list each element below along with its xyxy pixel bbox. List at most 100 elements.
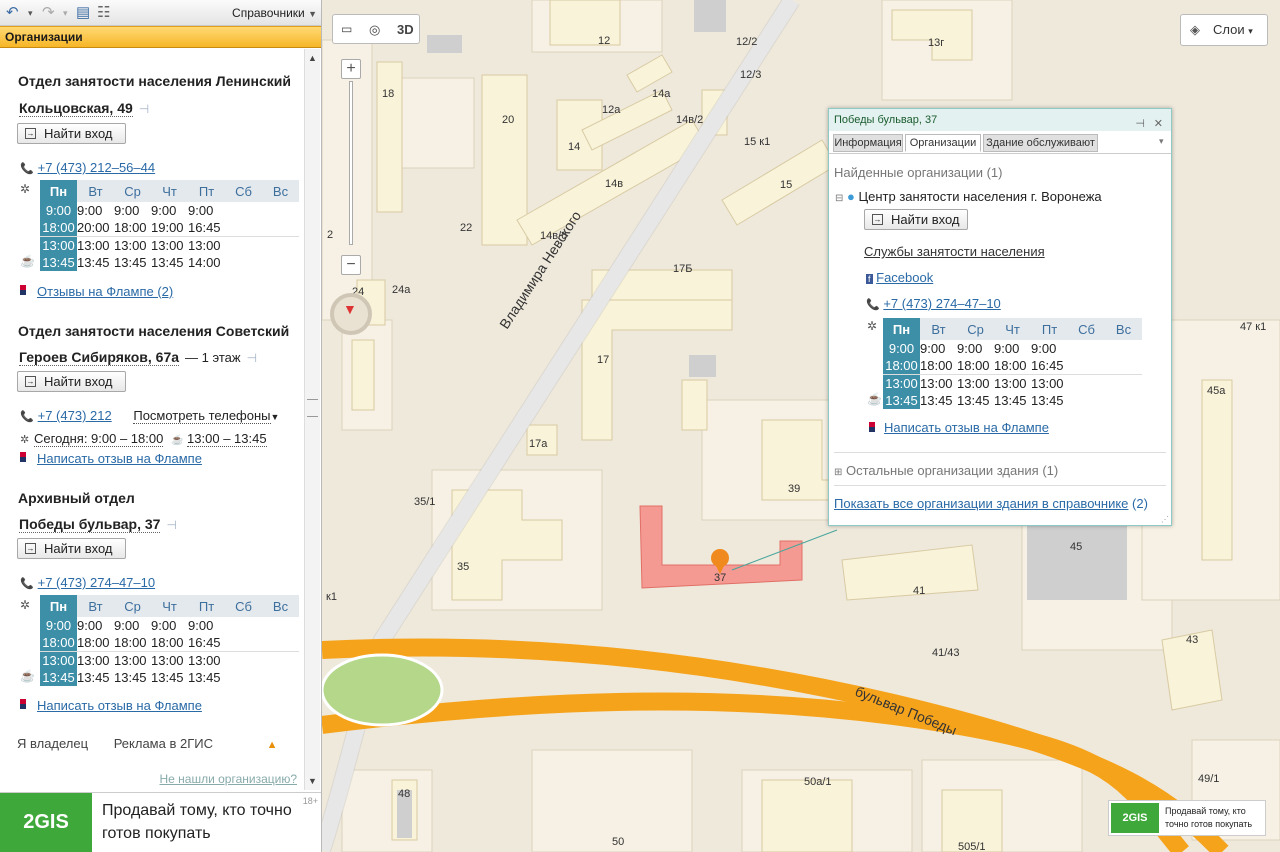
pin-icon[interactable]: ⊣ [247, 351, 257, 365]
directories-menu[interactable]: Справочники ▼ [232, 6, 317, 20]
write-review-link[interactable]: Написать отзыв на Флампе [37, 698, 202, 713]
building-number-label: к1 [326, 591, 337, 603]
building-number-label: 48 [398, 788, 410, 800]
org-name[interactable]: Архивный отдел [18, 490, 135, 506]
org-address[interactable]: Победы бульвар, 37 ⊣ [19, 516, 177, 533]
find-entrance-button[interactable]: → Найти вход [17, 538, 126, 559]
pin-icon[interactable]: ⊣ [1135, 113, 1145, 135]
coffee-icon: ☕ [867, 392, 882, 406]
expand-icon[interactable]: ⊞ [834, 467, 842, 478]
building-number-label: 47 к1 [1240, 321, 1266, 333]
phone-row: 📞 +7 (473) 212–56–44 [20, 160, 155, 175]
work-close: 18:00 [994, 358, 1027, 373]
ruler-icon[interactable]: ▭ [341, 22, 352, 36]
address-text[interactable]: Победы бульвар, 37 [19, 516, 161, 533]
hours-today[interactable]: Сегодня: 9:00 – 18:00 [34, 431, 164, 447]
2gis-logo: 2GIS [0, 793, 92, 852]
zoom-out-button[interactable]: − [341, 255, 361, 275]
work-close: 19:00 [151, 220, 184, 235]
tab-building-service[interactable]: Здание обслуживают [983, 134, 1098, 152]
building-number-label: 39 [788, 483, 800, 495]
building-number-label: 12 [598, 35, 610, 47]
close-icon[interactable]: ✕ [1154, 113, 1163, 135]
day-sat: Сб [225, 180, 262, 202]
building-number-label: 49/1 [1198, 773, 1219, 785]
tab-info[interactable]: Информация [833, 134, 903, 152]
scroll-down-icon[interactable]: ▼ [308, 776, 317, 786]
break-end: 13:45 [1031, 393, 1064, 408]
popup-body: Найденные организации (1) ⊟ ● Центр заня… [829, 153, 1171, 525]
2gis-logo: 2GIS [1111, 803, 1159, 833]
pin-icon[interactable]: ⊣ [166, 518, 176, 532]
org-address[interactable]: Кольцовская, 49 ⊣ [19, 100, 149, 117]
phone-link[interactable]: +7 (473) 212 [38, 408, 112, 423]
collapse-icon[interactable]: ⊟ [835, 193, 843, 204]
find-entrance-button[interactable]: → Найти вход [17, 371, 126, 392]
directories-label: Справочники [232, 6, 305, 20]
category-link[interactable]: Службы занятости населения [864, 244, 1045, 259]
other-orgs-row[interactable]: ⊞ Остальные организации здания (1) [834, 463, 1058, 478]
phone-link[interactable]: +7 (473) 212–56–44 [38, 160, 155, 175]
warning-icon[interactable]: ▲ [267, 739, 278, 751]
tabs-menu-icon[interactable]: ▾ [1159, 136, 1164, 147]
print-icon[interactable]: ☷ [97, 4, 110, 22]
map-ad-banner[interactable]: 2GIS Продавай тому, кто точно готов поку… [1108, 800, 1266, 836]
zoom-in-button[interactable]: + [341, 59, 361, 79]
write-review-link[interactable]: Написать отзыв на Флампе [37, 451, 202, 466]
zoom-slider[interactable] [349, 81, 353, 245]
break-start: 13:00 [114, 236, 151, 254]
break-end: 13:45 [883, 392, 920, 409]
break-start: 13:00 [920, 374, 957, 392]
phone-link[interactable]: +7 (473) 274–47–10 [883, 296, 1000, 311]
forward-dropdown-icon[interactable]: ▾ [63, 4, 68, 22]
owner-link[interactable]: Я владелец [17, 736, 88, 751]
building-number-label: 45а [1207, 385, 1226, 397]
org-name[interactable]: Центр занятости населения г. Воронежа [859, 189, 1102, 204]
organization-list: Отдел занятости населения Ленинский Коль… [0, 49, 304, 790]
day-tue: Вт [77, 180, 114, 202]
address-text[interactable]: Героев Сибиряков, 67а [19, 349, 180, 366]
card-view-icon[interactable]: ▤ [76, 4, 90, 22]
building-number-label: 18 [382, 88, 394, 100]
radar-icon[interactable]: ◎ [369, 22, 380, 38]
popup-title: Победы бульвар, 37 [834, 114, 938, 126]
work-close: 18:00 [77, 635, 110, 650]
phone-row: 📞 +7 (473) 274–47–10 [866, 296, 1001, 311]
scroll-up-icon[interactable]: ▲ [308, 53, 317, 63]
day-wed: Ср [957, 318, 994, 340]
address-text[interactable]: Кольцовская, 49 [19, 100, 133, 117]
forward-arrow-icon[interactable]: ↷ [42, 4, 55, 22]
reviews-link[interactable]: Отзывы на Флампе (2) [37, 284, 173, 299]
org-address[interactable]: Героев Сибиряков, 67а — 1 этаж ⊣ [19, 349, 257, 366]
facebook-link[interactable]: Facebook [876, 270, 933, 285]
write-review-link[interactable]: Написать отзыв на Флампе [884, 420, 1049, 435]
view-phones-button[interactable]: Посмотреть телефоны [133, 408, 271, 424]
back-dropdown-icon[interactable]: ▾ [28, 4, 33, 22]
work-open: 9:00 [957, 341, 983, 356]
break-start: 13:00 [40, 236, 77, 254]
ad-text: Продавай тому, кто точно [102, 802, 292, 819]
show-all-link[interactable]: Показать все организации здания в справо… [834, 496, 1128, 511]
not-found-link[interactable]: Не нашли организацию? [159, 772, 297, 786]
phone-link[interactable]: +7 (473) 274–47–10 [38, 575, 155, 590]
3d-button[interactable]: 3D [397, 22, 414, 37]
work-open: 9:00 [920, 341, 946, 356]
find-entrance-button[interactable]: → Найти вход [17, 123, 126, 144]
sidebar-scrollbar[interactable]: ▲ ▼ [304, 49, 320, 790]
find-entrance-button[interactable]: → Найти вход [864, 209, 968, 230]
scroll-thumb[interactable] [307, 399, 318, 417]
building-number-label: 12а [602, 104, 621, 116]
clock-icon: ✲ [20, 598, 31, 612]
resize-grip-icon[interactable]: ⋰ [1161, 515, 1169, 524]
zoom-control: + − [335, 55, 367, 285]
layers-button[interactable]: ◈ Слои ▾ [1180, 14, 1268, 46]
compass-icon[interactable]: ▼ [330, 293, 372, 335]
ads-link[interactable]: Реклама в 2ГИС [114, 736, 213, 751]
pin-icon[interactable]: ⊣ [139, 102, 149, 116]
org-name[interactable]: Отдел занятости населения Советский [18, 323, 289, 339]
break-today[interactable]: 13:00 – 13:45 [187, 431, 267, 447]
ad-banner[interactable]: 2GIS Продавай тому, кто точно готов поку… [0, 792, 321, 852]
org-name[interactable]: Отдел занятости населения Ленинский [18, 73, 291, 89]
back-arrow-icon[interactable]: ↶ [6, 4, 19, 22]
tab-organizations[interactable]: Организации [905, 134, 981, 152]
